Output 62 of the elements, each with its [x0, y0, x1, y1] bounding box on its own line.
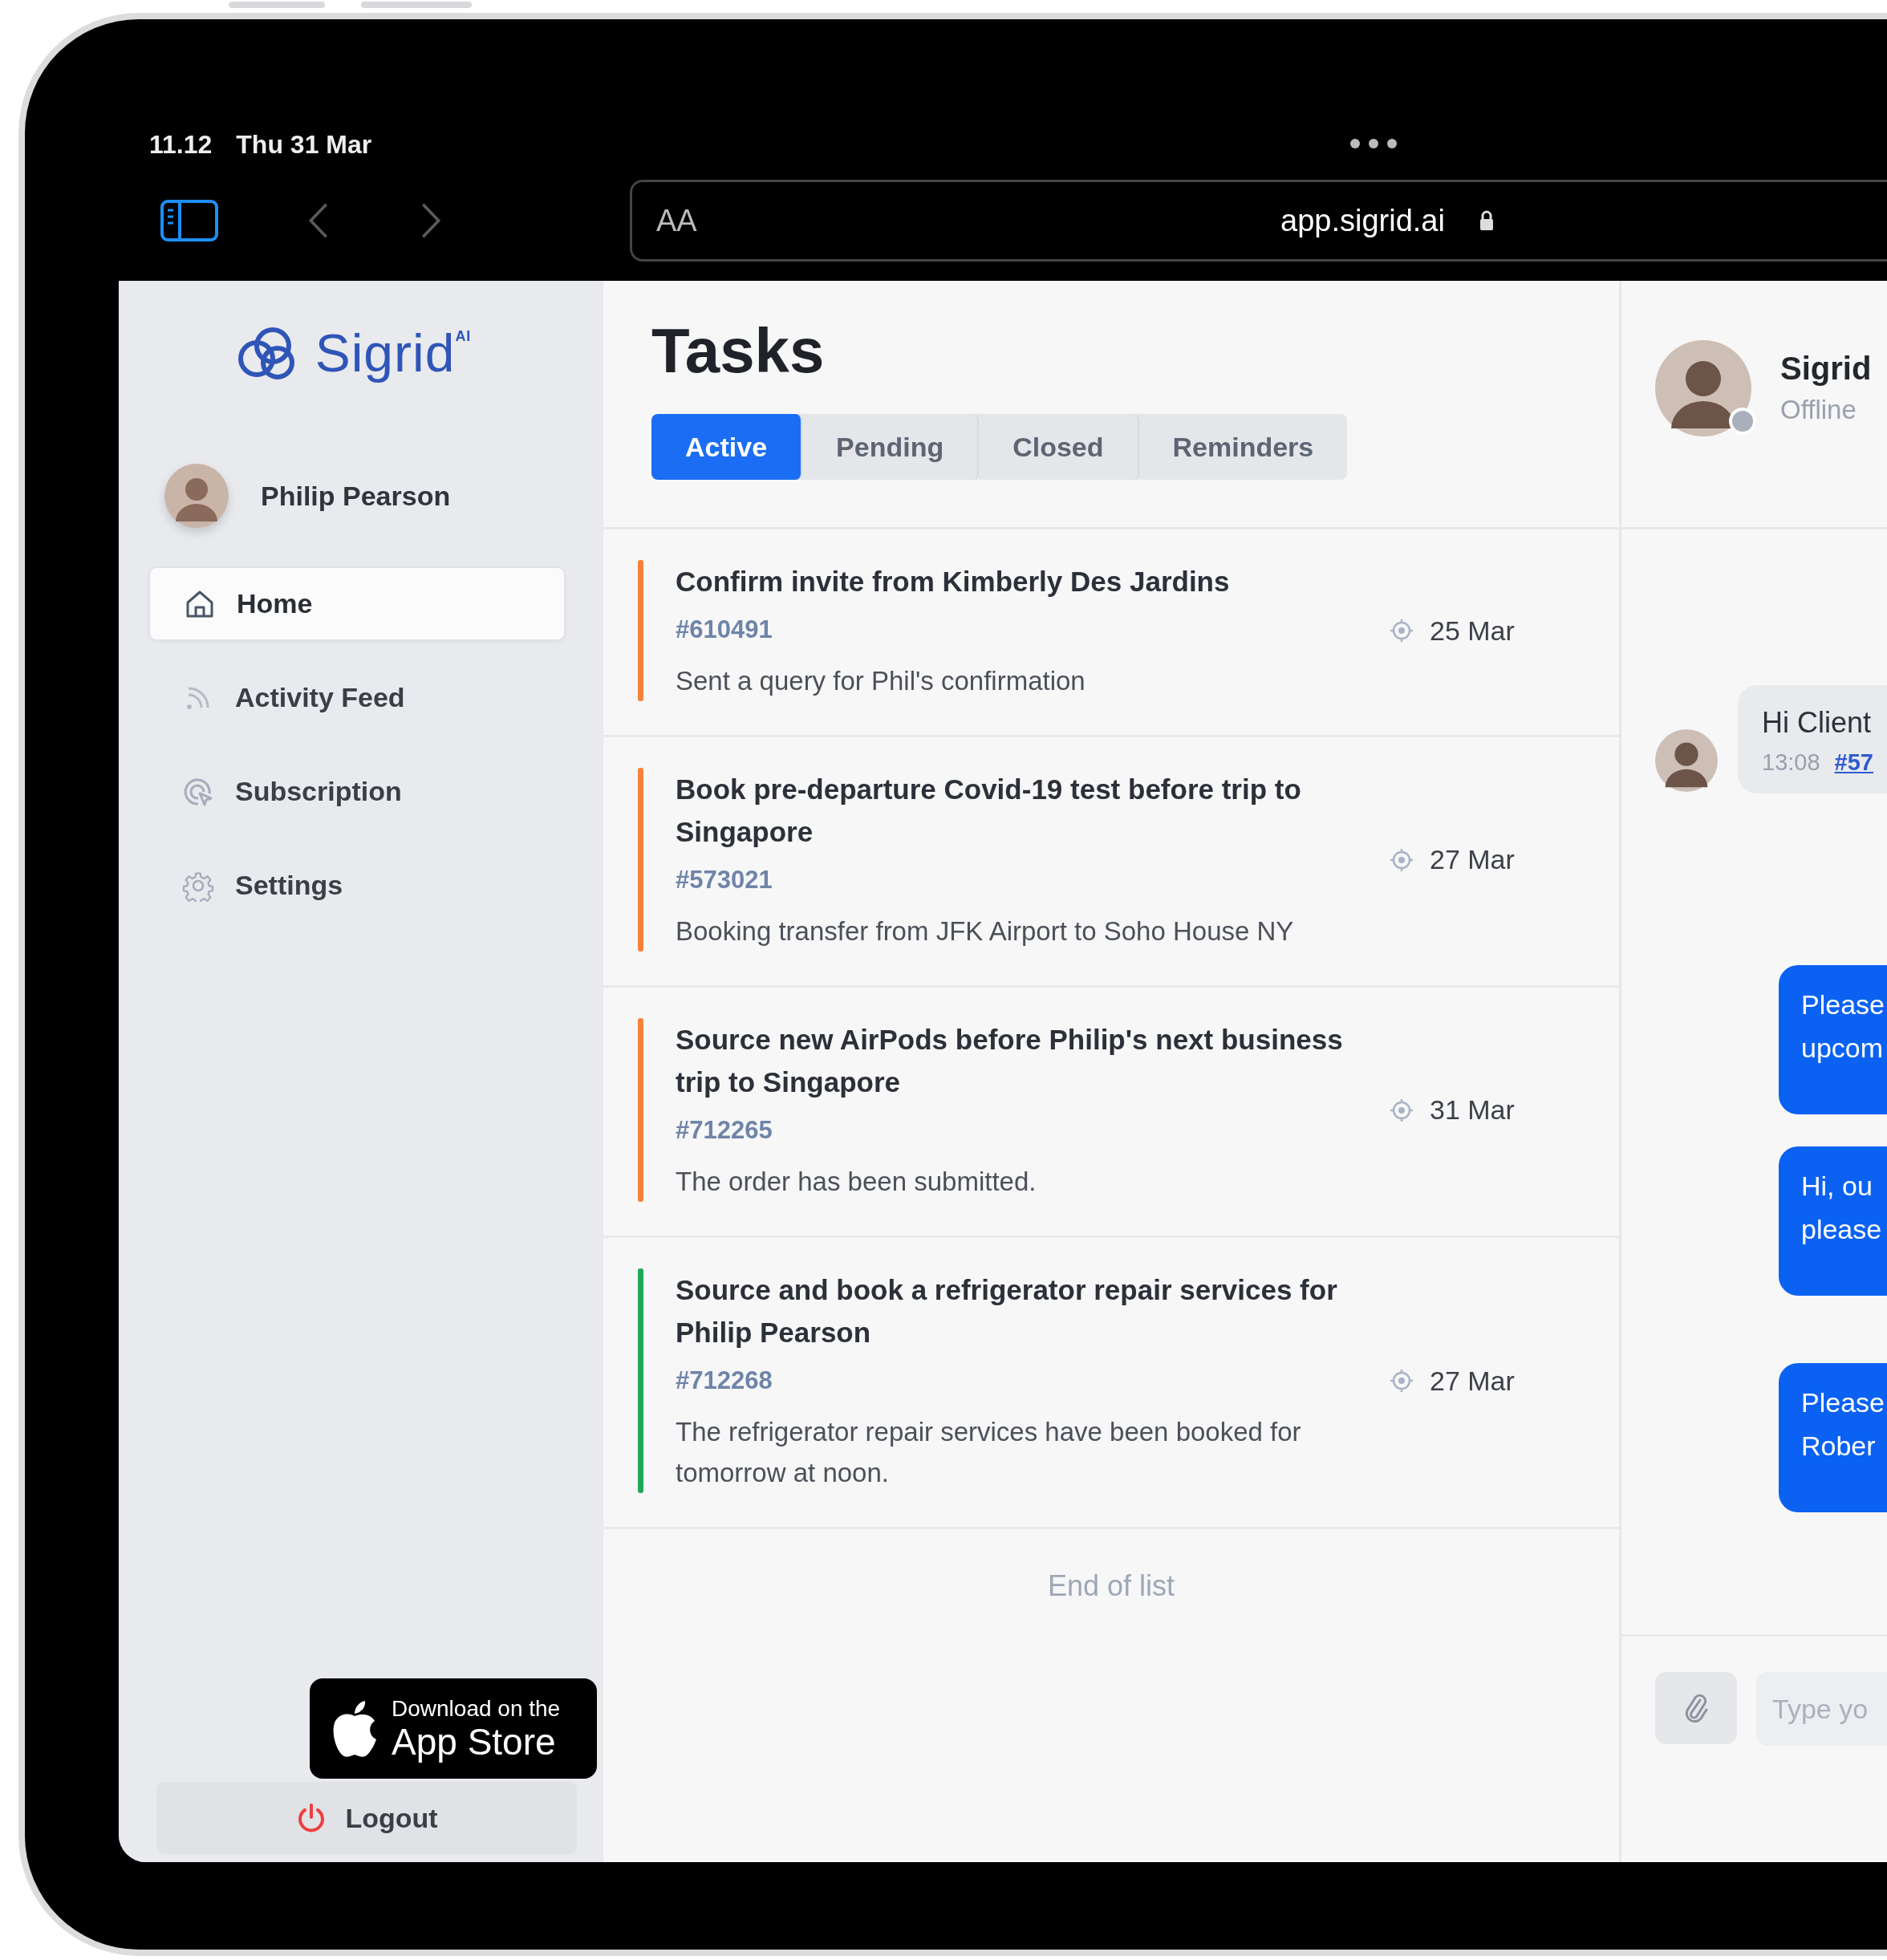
paperclip-icon	[1684, 1692, 1708, 1724]
task-id: #610491	[676, 615, 773, 645]
logo-text: Sigrid$^{AI}$	[314, 323, 472, 383]
task-note: Sent a query for Phil's confirmation	[676, 665, 1086, 697]
nav-item[interactable]: Settings	[148, 848, 566, 923]
task-link[interactable]: #57	[1834, 749, 1873, 776]
nav-item[interactable]: Activity Feed	[148, 660, 566, 735]
sidebar-toggle-icon[interactable]	[160, 200, 218, 241]
attach-button[interactable]	[1655, 1672, 1737, 1744]
message-text: Hi Client	[1762, 705, 1873, 741]
task-id: #712265	[676, 1115, 773, 1146]
task-note: The order has been submitted.	[676, 1166, 1037, 1198]
page-title: Tasks	[651, 314, 826, 387]
task-note: The refrigerator repair services have been booked for tomorrow at noon.	[676, 1416, 1302, 1489]
text-size-button[interactable]: AA	[656, 203, 697, 238]
logout-button[interactable]: Logout	[156, 1782, 577, 1854]
task-title: Source new AirPods before Philip's next business trip to Singapore	[676, 1023, 1344, 1099]
nav-item[interactable]: Subscription	[148, 754, 566, 829]
tab[interactable]: Active	[651, 414, 803, 480]
contact-status: Offline	[1780, 395, 1857, 425]
end-of-list-text: End of list	[1047, 1569, 1175, 1603]
badge-title: App Store	[392, 1721, 557, 1762]
target-icon	[1390, 847, 1414, 872]
badge-caption: Download on the	[392, 1695, 561, 1722]
target-icon	[1390, 1369, 1414, 1393]
task-title: Source and book a refrigerator repair services for Philip Pearson	[676, 1273, 1338, 1349]
tab[interactable]: Closed	[979, 414, 1139, 480]
address-bar[interactable]: AA app.sigrid.ai	[630, 180, 1887, 262]
avatar-icon	[1655, 339, 1751, 436]
message-text: Rober	[1801, 1430, 1877, 1463]
message-text: Please	[1801, 1386, 1885, 1419]
task-date: 27 Mar	[1430, 844, 1515, 875]
task-date: 27 Mar	[1430, 1365, 1515, 1397]
message-time: 13:08	[1762, 749, 1820, 776]
message-input[interactable]: Type yo	[1756, 1672, 1887, 1746]
status-dot	[1729, 407, 1756, 435]
message-text: Hi, ou	[1801, 1170, 1873, 1203]
user-name: Philip Pearson	[261, 480, 451, 512]
url-text: app.sigrid.ai	[1280, 203, 1445, 238]
message-text: Please	[1801, 988, 1885, 1021]
tab[interactable]: Reminders	[1138, 414, 1348, 480]
message-text: upcom	[1801, 1032, 1885, 1065]
tab[interactable]: Pending	[802, 414, 980, 480]
lock-icon	[1479, 210, 1495, 231]
more-icon[interactable]	[1349, 138, 1398, 149]
avatar-icon	[164, 464, 229, 528]
task-note: Booking transfer from JFK Airport to Soho House NY	[676, 915, 1295, 948]
task-date: 31 Mar	[1430, 1094, 1515, 1126]
message-text: please	[1801, 1213, 1883, 1246]
task-id: #573021	[676, 865, 773, 895]
task-title: Book pre-departure Covid-19 test before trip to Singapore	[676, 773, 1302, 849]
status-time: 11.12	[149, 129, 213, 160]
target-icon	[1390, 1098, 1414, 1122]
task-date: 25 Mar	[1430, 615, 1515, 647]
task-title: Confirm invite from Kimberly Des Jardins	[676, 565, 1231, 599]
contact-name: Sigrid	[1780, 351, 1872, 387]
app-store-badge[interactable]: Download on the App Store	[310, 1678, 597, 1779]
status-date: Thu 31 Mar	[236, 129, 372, 160]
target-icon	[1390, 619, 1414, 643]
avatar-icon	[1655, 729, 1718, 792]
nav-item[interactable]: Home	[148, 566, 566, 641]
task-id: #712268	[676, 1366, 773, 1396]
